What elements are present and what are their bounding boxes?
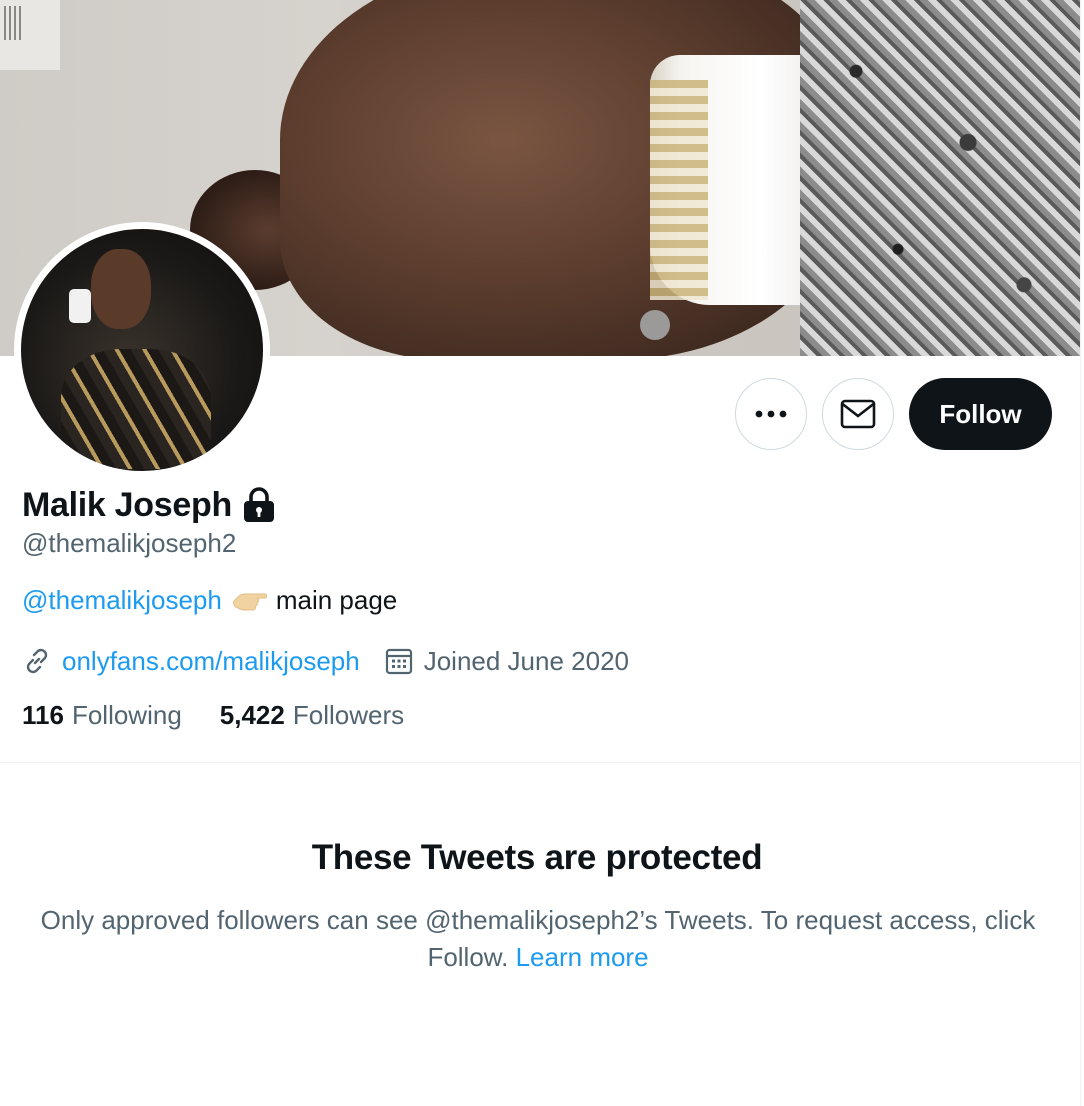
message-button[interactable] <box>822 378 894 450</box>
following-stat[interactable]: 116 Following <box>22 700 182 731</box>
more-horizontal-icon <box>755 410 787 418</box>
followers-count: 5,422 <box>219 700 285 730</box>
more-button[interactable] <box>735 378 807 450</box>
banner-granite-counter <box>800 0 1080 356</box>
link-icon <box>26 648 48 674</box>
profile-bio: @themalikjoseph main page <box>22 585 397 616</box>
display-name: Malik Joseph <box>22 485 232 524</box>
bio-text: main page <box>275 585 398 615</box>
avatar-face <box>91 249 151 329</box>
banner-vent-detail <box>0 0 60 70</box>
calendar-icon <box>385 648 412 675</box>
banner-waistband-pattern <box>650 80 708 300</box>
following-count: 116 <box>22 700 64 730</box>
profile-meta-row: onlyfans.com/malikjoseph Joined June 202… <box>22 643 629 679</box>
followers-stat[interactable]: 5,422 Followers <box>220 700 404 731</box>
banner-faucet <box>640 310 670 340</box>
section-divider <box>0 762 1080 763</box>
envelope-icon <box>840 399 876 429</box>
followers-label: Followers <box>292 700 405 730</box>
following-label: Following <box>71 700 182 730</box>
avatar-jacket <box>61 349 211 469</box>
profile-avatar[interactable] <box>14 222 270 478</box>
joined-date: Joined June 2020 <box>423 645 629 676</box>
profile-stats: 116 Following 5,422 Followers <box>22 700 404 731</box>
website-link[interactable]: onlyfans.com/malikjoseph <box>62 646 360 677</box>
pointing-hand-icon <box>232 593 267 610</box>
protected-notice-title: These Tweets are protected <box>311 838 763 877</box>
follow-button[interactable]: Follow <box>909 378 1052 450</box>
bio-mention-link[interactable]: @themalikjoseph <box>22 585 222 616</box>
profile-handle: @themalikjoseph2 <box>22 528 237 558</box>
avatar-photo <box>21 229 263 471</box>
protected-lock-icon <box>243 487 274 522</box>
profile-name-row: Malik Joseph <box>22 483 279 527</box>
avatar-phone <box>69 289 91 323</box>
page-right-border <box>1080 0 1081 1106</box>
learn-more-link[interactable]: Learn more <box>516 942 649 972</box>
protected-notice-body: Only approved followers can see @themali… <box>20 902 1056 976</box>
